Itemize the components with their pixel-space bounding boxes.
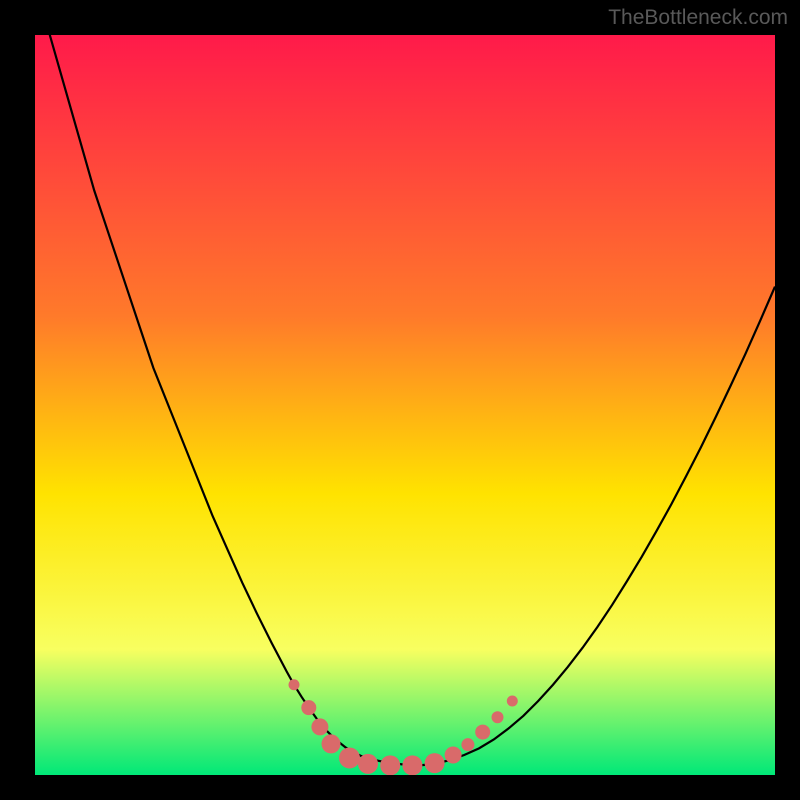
curve-marker (301, 700, 316, 715)
gradient-background (35, 35, 775, 775)
curve-marker (425, 753, 445, 773)
curve-marker (322, 734, 341, 753)
curve-marker (289, 679, 300, 690)
curve-marker (492, 711, 504, 723)
curve-marker (402, 755, 422, 775)
curve-marker (461, 738, 474, 751)
curve-marker (358, 754, 378, 774)
curve-marker (507, 696, 518, 707)
plot-svg (35, 35, 775, 775)
curve-marker (445, 747, 462, 764)
curve-marker (475, 725, 490, 740)
curve-marker (380, 755, 400, 775)
curve-marker (339, 747, 360, 768)
curve-marker (311, 718, 328, 735)
plot-area (35, 35, 775, 775)
watermark-text: TheBottleneck.com (608, 6, 788, 30)
